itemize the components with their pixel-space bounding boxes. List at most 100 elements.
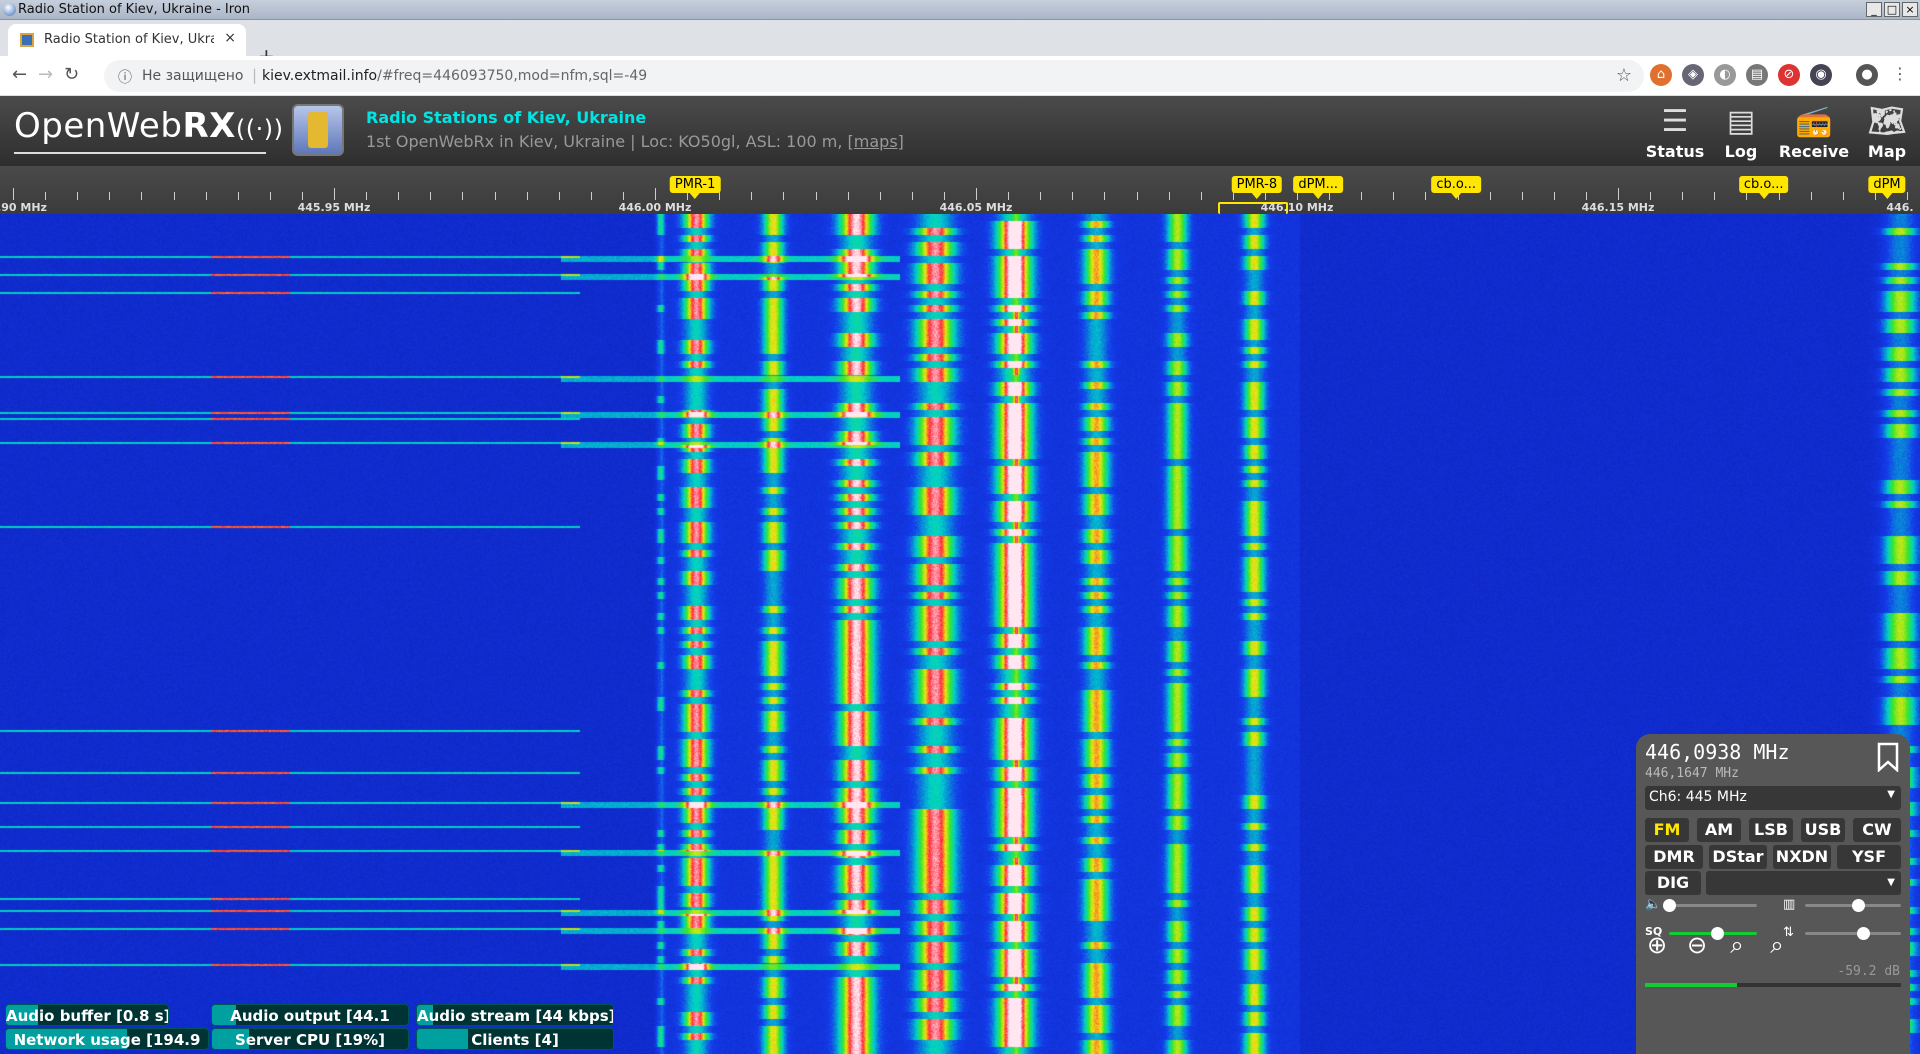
close-icon[interactable]: × bbox=[1902, 2, 1918, 17]
reload-icon[interactable]: ↻ bbox=[64, 64, 79, 85]
scale-tick bbox=[1425, 192, 1427, 200]
agc-slider-track[interactable] bbox=[1805, 932, 1901, 935]
back-arrow-icon[interactable]: ← bbox=[12, 64, 27, 85]
scale-tick bbox=[751, 192, 753, 200]
frequency-bookmark[interactable]: dPM bbox=[1868, 176, 1906, 199]
minimize-icon[interactable]: _ bbox=[1866, 2, 1882, 17]
scale-tick bbox=[1778, 192, 1780, 200]
scale-tick bbox=[815, 192, 817, 200]
scale-tick bbox=[879, 192, 881, 200]
scale-tick bbox=[847, 192, 849, 200]
scale-tick bbox=[173, 192, 175, 200]
secondary-frequency: 446,1647 MHz bbox=[1645, 766, 1739, 781]
frequency-bookmark[interactable]: cb.o... bbox=[1431, 176, 1482, 199]
logo-text-light: OpenWeb bbox=[14, 106, 183, 146]
speaker-icon[interactable]: 🔈 bbox=[1645, 897, 1661, 912]
mode-fm-button[interactable]: FM bbox=[1645, 818, 1689, 842]
zoom-in-max-icon[interactable]: ⌕ bbox=[1722, 930, 1752, 960]
window-titlebar: Radio Station of Kiev, Ukraine - Iron _ … bbox=[0, 0, 1920, 20]
nav-log[interactable]: ▤ Log bbox=[1716, 102, 1766, 161]
scale-tick bbox=[1040, 192, 1042, 200]
frequency-bookmark[interactable]: dPM... bbox=[1293, 176, 1344, 199]
frequency-display[interactable]: 446,0938 MHz bbox=[1645, 740, 1790, 764]
volume-slider-track[interactable] bbox=[1669, 904, 1757, 907]
scale-tick bbox=[558, 192, 560, 200]
status-label: Clients [4] bbox=[471, 1031, 559, 1049]
mode-nxdn-button[interactable]: NXDN bbox=[1773, 845, 1831, 869]
chevron-down-icon: ▼ bbox=[1887, 789, 1895, 800]
scale-tick bbox=[1393, 192, 1395, 200]
scale-tick bbox=[77, 192, 79, 200]
agc-slider-knob[interactable] bbox=[1856, 927, 1870, 940]
nav-receive[interactable]: 📻 Receive bbox=[1776, 102, 1852, 161]
scale-tick bbox=[655, 188, 656, 200]
bookmark-add-icon[interactable] bbox=[1876, 742, 1900, 772]
tab-close-icon[interactable]: × bbox=[224, 30, 236, 46]
scale-tick bbox=[526, 192, 528, 200]
zoom-out-icon[interactable]: ⊖ bbox=[1682, 930, 1712, 960]
digital-mode-select[interactable]: ▼ bbox=[1706, 871, 1901, 895]
zoom-in-icon[interactable]: ⊕ bbox=[1642, 930, 1672, 960]
extension-news-icon[interactable]: ▤ bbox=[1746, 64, 1768, 86]
scale-tick bbox=[462, 192, 464, 200]
mode-dstar-button[interactable]: DStar bbox=[1709, 845, 1767, 869]
webrx-header: OpenWebRX((·)) Radio Stations of Kiev, U… bbox=[0, 96, 1920, 166]
extension-shield-icon[interactable]: ◈ bbox=[1682, 64, 1704, 86]
extension-icons: ⌂ ◈ ◐ ▤ ⊘ ◉ bbox=[1650, 64, 1832, 86]
signal-meter bbox=[1645, 983, 1901, 987]
extension-eye-icon[interactable]: ◉ bbox=[1810, 64, 1832, 86]
window-title: Radio Station of Kiev, Ukraine - Iron bbox=[18, 2, 251, 17]
scale-tick bbox=[1906, 192, 1908, 200]
maps-link[interactable]: [maps] bbox=[848, 132, 904, 151]
url-text[interactable]: kiev.extmail.info/#freq=446093750,mod=nf… bbox=[262, 68, 647, 84]
scale-tick bbox=[1072, 192, 1074, 200]
map-icon: 🗺 bbox=[1867, 104, 1907, 139]
scale-tick bbox=[237, 192, 239, 200]
status-icon: ☰ bbox=[1661, 104, 1689, 139]
extension-ghost-icon[interactable]: ◐ bbox=[1714, 64, 1736, 86]
scale-tick bbox=[301, 192, 303, 200]
mode-dmr-button[interactable]: DMR bbox=[1645, 845, 1703, 869]
nr-slider-knob[interactable] bbox=[1851, 899, 1865, 912]
chevron-down-icon: ▼ bbox=[1887, 877, 1895, 888]
nav-map[interactable]: 🗺 Map bbox=[1862, 102, 1912, 161]
nav-status-label: Status bbox=[1645, 142, 1705, 161]
waterfall-display[interactable] bbox=[0, 214, 1920, 1054]
noise-reduction-icon[interactable]: ▥ bbox=[1783, 897, 1795, 912]
browser-tab[interactable]: Radio Station of Kiev, Ukra × bbox=[8, 24, 246, 56]
mode-ysf-button[interactable]: YSF bbox=[1837, 845, 1901, 869]
frequency-bookmark[interactable]: cb.o... bbox=[1738, 176, 1789, 199]
bookmark-star-icon[interactable]: ☆ bbox=[1616, 65, 1632, 86]
menu-kebab-icon[interactable]: ⋮ bbox=[1892, 64, 1908, 83]
nav-status[interactable]: ☰ Status bbox=[1644, 102, 1706, 161]
scale-tick bbox=[1489, 192, 1491, 200]
zoom-out-max-icon[interactable]: ⌕ bbox=[1762, 930, 1792, 960]
mode-lsb-button[interactable]: LSB bbox=[1749, 818, 1793, 842]
window-controls: _ □ × bbox=[1866, 2, 1918, 17]
scale-label: 446. bbox=[1886, 201, 1914, 214]
extension-block-icon[interactable]: ⊘ bbox=[1778, 64, 1800, 86]
status-label: Audio buffer [0.8 s] bbox=[6, 1007, 169, 1025]
address-bar[interactable]: ⓘ Не защищено | kiev.extmail.info/#freq=… bbox=[104, 60, 1644, 92]
frequency-bookmark[interactable]: PMR-8 bbox=[1231, 176, 1283, 199]
mode-usb-button[interactable]: USB bbox=[1801, 818, 1845, 842]
profile-icon[interactable]: ● bbox=[1856, 64, 1878, 86]
scale-tick bbox=[687, 192, 689, 200]
frequency-bookmark[interactable]: PMR-1 bbox=[669, 176, 721, 199]
scale-tick bbox=[1008, 192, 1010, 200]
volume-slider-knob[interactable] bbox=[1663, 899, 1676, 912]
openwebrx-logo[interactable]: OpenWebRX((·)) bbox=[14, 106, 283, 146]
extension-home-icon[interactable]: ⌂ bbox=[1650, 64, 1672, 86]
receiver-panel: 446,0938 MHz 446,1647 MHz Ch6: 445 MHz ▼ … bbox=[1636, 734, 1910, 1054]
maximize-icon[interactable]: □ bbox=[1884, 2, 1900, 17]
info-icon[interactable]: ⓘ bbox=[118, 67, 132, 87]
signal-meter-fill bbox=[1645, 983, 1738, 987]
forward-arrow-icon[interactable]: → bbox=[38, 64, 53, 85]
mode-dig-button[interactable]: DIG bbox=[1645, 871, 1701, 895]
frequency-scale[interactable]: .90 MHz 445.95 MHz 446.00 MHz 446.05 MHz 446… bbox=[0, 166, 1920, 214]
security-label: Не защищено bbox=[142, 68, 244, 84]
bookmark-preset-select[interactable]: Ch6: 445 MHz ▼ bbox=[1645, 786, 1901, 810]
mode-cw-button[interactable]: CW bbox=[1853, 818, 1901, 842]
scale-tick bbox=[334, 188, 335, 200]
mode-am-button[interactable]: AM bbox=[1697, 818, 1741, 842]
